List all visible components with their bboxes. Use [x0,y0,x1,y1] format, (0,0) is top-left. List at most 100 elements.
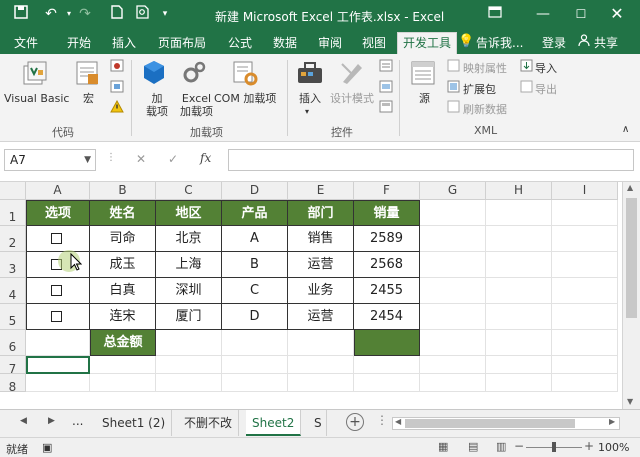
row-header-7[interactable]: 7 [0,356,26,376]
cell[interactable] [486,374,552,392]
sheet-tab-no-edit[interactable]: 不删不改 [178,410,240,436]
table-cell[interactable]: A [222,226,288,252]
save-icon[interactable] [12,5,30,23]
visual-basic-button[interactable]: Visual Basic [4,92,69,105]
cell[interactable] [420,278,486,304]
table-cell[interactable]: 2568 [354,252,420,278]
option-checkbox[interactable] [51,285,62,296]
macro-button[interactable]: 宏 [83,92,94,105]
cell[interactable] [26,374,90,392]
column-header-d[interactable]: D [222,182,288,200]
select-all-corner[interactable] [0,182,26,200]
sheet-tab-truncated[interactable]: S [310,410,327,436]
com-add-ins-icon[interactable] [232,60,258,89]
table-cell[interactable]: 北京 [156,226,222,252]
cell[interactable] [420,252,486,278]
cell[interactable] [486,356,552,374]
customize-qat-icon[interactable]: ▾ [156,5,174,23]
sheet-tab-sheet2[interactable]: Sheet2 [246,410,302,436]
cell[interactable] [420,330,486,356]
source-icon[interactable] [410,60,436,89]
expansion-packs-icon[interactable] [447,80,460,96]
cell[interactable] [552,304,618,330]
properties-icon[interactable] [379,59,393,75]
cell[interactable] [552,356,618,374]
import-icon[interactable] [520,59,533,75]
column-header-b[interactable]: B [90,182,156,200]
ribbon-display-icon[interactable] [486,5,504,23]
com-add-ins-button[interactable]: COM 加载项 [214,92,276,105]
column-header-c[interactable]: C [156,182,222,200]
insert-dropdown-icon[interactable]: ▾ [305,105,309,118]
scroll-right-icon[interactable]: ▶ [609,417,615,426]
row-header-2[interactable]: 2 [0,226,26,252]
table-cell[interactable]: 2454 [354,304,420,330]
cell[interactable] [420,374,486,392]
cell[interactable] [420,304,486,330]
enter-icon[interactable]: ✓ [168,152,178,166]
normal-view-icon[interactable]: ▦ [438,440,448,453]
table-cell[interactable]: 司命 [90,226,156,252]
tab-review[interactable]: 审阅 [318,34,342,51]
tab-home[interactable]: 开始 [67,34,91,51]
zoom-in-icon[interactable]: + [584,439,594,453]
map-properties-button[interactable]: 映射属性 [463,60,507,76]
cell[interactable] [552,226,618,252]
column-header-g[interactable]: G [420,182,486,200]
redo-icon[interactable]: ↷ [76,5,94,23]
print-preview-icon[interactable] [134,5,152,23]
excel-add-ins-icon[interactable] [182,60,208,89]
tab-formulas[interactable]: 公式 [228,34,252,51]
vertical-scrollbar[interactable]: ▲ ▼ [622,182,640,409]
cell[interactable] [486,304,552,330]
visual-basic-icon[interactable] [22,60,48,91]
cell[interactable] [486,200,552,226]
cell[interactable] [486,226,552,252]
row-header-1[interactable]: 1 [0,200,26,226]
more-sheets-button[interactable]: ... [72,414,83,428]
table-cell[interactable]: 深圳 [156,278,222,304]
insert-control-icon[interactable] [297,60,323,89]
tab-file[interactable]: 文件 [14,34,38,51]
option-checkbox[interactable] [51,311,62,322]
cell[interactable] [288,374,354,392]
table-cell[interactable]: 厦门 [156,304,222,330]
table-cell[interactable]: 连宋 [90,304,156,330]
maximize-icon[interactable]: ☐ [572,5,590,23]
page-layout-view-icon[interactable]: ▤ [468,440,478,453]
tab-view[interactable]: 视图 [362,34,386,51]
table-header-cell[interactable]: 部门 [288,200,354,226]
table-header-cell[interactable]: 产品 [222,200,288,226]
scroll-thumb[interactable] [626,198,637,318]
table-header-cell[interactable]: 销量 [354,200,420,226]
table-cell[interactable]: 白真 [90,278,156,304]
cell[interactable] [552,330,618,356]
zoom-level[interactable]: 100% [598,441,629,454]
scroll-down-icon[interactable]: ▼ [627,397,633,406]
cell[interactable] [552,374,618,392]
sheet-tab-sheet1-2[interactable]: Sheet1 (2) [96,410,173,436]
scroll-left-icon[interactable]: ◀ [395,417,401,426]
table-cell[interactable]: B [222,252,288,278]
expansion-packs-button[interactable]: 扩展包 [463,81,496,97]
option-cell[interactable] [26,226,90,252]
total-value-cell[interactable] [354,330,420,356]
cell[interactable] [420,356,486,374]
column-header-e[interactable]: E [288,182,354,200]
excel-add-ins-button[interactable]: Excel 加载项 [180,92,213,118]
tab-split-icon[interactable]: ⋮ [376,413,388,427]
table-cell[interactable]: 2455 [354,278,420,304]
column-header-a[interactable]: A [26,182,90,200]
refresh-data-button[interactable]: 刷新数据 [463,101,507,117]
name-box-dropdown-icon[interactable]: ▼ [84,150,91,170]
horizontal-scrollbar[interactable]: ◀ ▶ [392,417,620,430]
cancel-icon[interactable]: ✕ [136,152,146,166]
tab-data[interactable]: 数据 [273,34,297,51]
cell[interactable] [222,356,288,374]
table-header-cell[interactable]: 姓名 [90,200,156,226]
cell[interactable] [156,330,222,356]
row-header-5[interactable]: 5 [0,304,26,330]
h-scroll-thumb[interactable] [405,419,575,428]
cell[interactable] [486,278,552,304]
add-sheet-icon[interactable]: + [346,413,364,431]
